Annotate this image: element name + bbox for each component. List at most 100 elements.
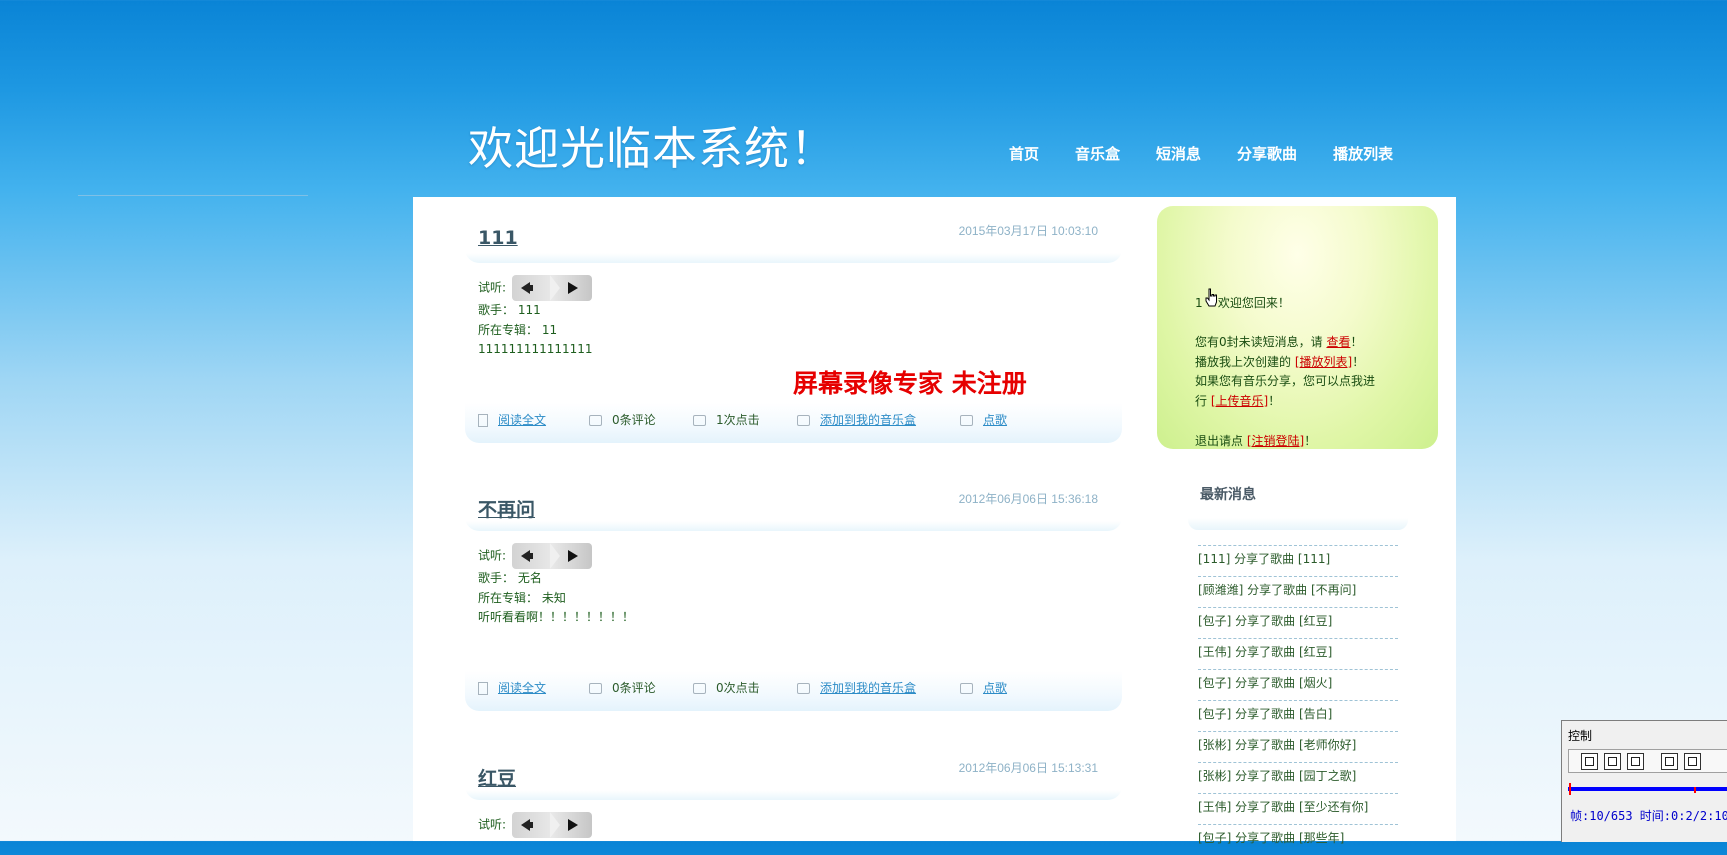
- post-body: 试听:: [465, 800, 1122, 842]
- playlist-text: 播放我上次创建的: [1195, 355, 1295, 369]
- play-icon[interactable]: [567, 282, 578, 294]
- listen-label: 试听:: [478, 817, 507, 832]
- punct: ！: [1304, 434, 1317, 448]
- post-footer: 阅读全文 0条评论 1次点击 添加到我的音乐盒 点歌: [465, 403, 1122, 443]
- nav-messages[interactable]: 短消息: [1156, 143, 1201, 164]
- news-item[interactable]: [包子] 分享了歌曲 [告白]: [1198, 700, 1398, 731]
- volume-icon[interactable]: [520, 550, 533, 562]
- recorder-title: 控制: [1568, 729, 1593, 743]
- post-date: 2015年03月17日 10:03:10: [958, 224, 1098, 238]
- player-divider: [549, 543, 560, 569]
- news-item[interactable]: [包子] 分享了歌曲 [烟火]: [1198, 669, 1398, 700]
- click-count: 0次点击: [716, 681, 760, 695]
- document-icon: [478, 682, 488, 695]
- nav-share-song[interactable]: 分享歌曲: [1237, 143, 1297, 164]
- click-icon: [693, 415, 706, 426]
- listen-label: 试听:: [478, 548, 507, 563]
- singer-text: 歌手： 111: [478, 303, 541, 317]
- playhead-marker[interactable]: [1569, 783, 1571, 795]
- hand-cursor-icon: [1205, 288, 1217, 307]
- site-title: 欢迎光临本系统！: [468, 122, 837, 175]
- main-nav: 首页 音乐盒 短消息 分享歌曲 播放列表: [1009, 143, 1429, 164]
- post-header: 不再问 2012年06月06日 15:36:18: [465, 465, 1122, 531]
- logout-text: 退出请点: [1195, 434, 1247, 448]
- welcome-text: 欢迎您回来！: [1217, 296, 1290, 310]
- post-card: 红豆 2012年06月06日 15:13:31 试听:: [465, 734, 1122, 842]
- nav-home[interactable]: 首页: [1009, 143, 1039, 164]
- player-divider: [549, 275, 560, 301]
- logout-link[interactable]: [注销登陆]: [1247, 434, 1304, 448]
- music-box-icon: [797, 683, 810, 694]
- next-frame-button[interactable]: [1627, 753, 1644, 770]
- left-decor-line: [78, 195, 308, 196]
- news-item[interactable]: [王伟] 分享了歌曲 [至少还有你]: [1198, 793, 1398, 824]
- player-divider: [549, 812, 560, 838]
- news-item[interactable]: [111] 分享了歌曲 [111]: [1198, 545, 1398, 576]
- recorder-toolbar: [1568, 749, 1727, 773]
- request-song-link[interactable]: 点歌: [983, 681, 1007, 695]
- comment-icon: [589, 683, 602, 694]
- share-text-cont: 行: [1195, 394, 1211, 408]
- audio-player[interactable]: [511, 275, 592, 301]
- post-date: 2012年06月06日 15:13:31: [958, 761, 1098, 775]
- post-footer: 阅读全文 0条评论 0次点击 添加到我的音乐盒 点歌: [465, 671, 1122, 711]
- nav-music-box[interactable]: 音乐盒: [1075, 143, 1120, 164]
- music-box-icon: [797, 415, 810, 426]
- document-icon: [478, 414, 488, 427]
- nav-playlist[interactable]: 播放列表: [1333, 143, 1393, 164]
- post-date: 2012年06月06日 15:36:18: [958, 492, 1098, 506]
- post-header: 111 2015年03月17日 10:03:10: [465, 197, 1122, 263]
- pause-button[interactable]: [1581, 753, 1598, 770]
- request-icon: [960, 415, 973, 426]
- request-song-link[interactable]: 点歌: [983, 413, 1007, 427]
- punct: ！: [1352, 355, 1365, 369]
- album-text: 所在专辑： 未知: [478, 590, 566, 605]
- recorder-status: 帧:10/653 时间:0:2/2:10: [1570, 809, 1727, 823]
- news-item[interactable]: [张彬] 分享了歌曲 [园丁之歌]: [1198, 762, 1398, 793]
- add-to-music-box-link[interactable]: 添加到我的音乐盒: [820, 413, 916, 427]
- audio-player[interactable]: [511, 812, 592, 838]
- post-title-link[interactable]: 111: [478, 227, 518, 249]
- news-header: 最新消息: [1188, 468, 1408, 530]
- track-marker: [1694, 787, 1696, 793]
- post-desc: 听听看看啊！！！！！！！！: [478, 610, 635, 624]
- read-more-link[interactable]: 阅读全文: [498, 413, 546, 427]
- unread-msg-text: 您有0封未读短消息，请: [1195, 335, 1327, 349]
- play-icon[interactable]: [567, 819, 578, 831]
- post-title-link[interactable]: 红豆: [478, 764, 516, 791]
- news-item[interactable]: [包子] 分享了歌曲 [红豆]: [1198, 607, 1398, 638]
- news-list: [111] 分享了歌曲 [111] [顾潍潍] 分享了歌曲 [不再问] [包子]…: [1198, 545, 1398, 855]
- post-title-link[interactable]: 不再问: [478, 495, 535, 522]
- comment-icon: [589, 415, 602, 426]
- fullscreen-button[interactable]: [1684, 753, 1701, 770]
- playlist-link[interactable]: [播放列表]: [1295, 355, 1352, 369]
- punct: ！: [1268, 394, 1281, 408]
- post-body: 试听: 歌手： 无名 所在专辑： 未知 听听看看啊！！！！！！！！: [465, 531, 1122, 683]
- post-card: 不再问 2012年06月06日 15:36:18 试听: 歌手： 无名 所在专辑…: [465, 465, 1122, 711]
- volume-icon[interactable]: [520, 819, 533, 831]
- view-messages-link[interactable]: 查看: [1326, 335, 1350, 349]
- playback-track[interactable]: [1568, 787, 1727, 791]
- punct: ！: [1350, 335, 1363, 349]
- audio-player[interactable]: [511, 543, 592, 569]
- play-icon[interactable]: [567, 550, 578, 562]
- news-item[interactable]: [顾潍潍] 分享了歌曲 [不再问]: [1198, 576, 1398, 607]
- upload-music-link[interactable]: [上传音乐]: [1211, 394, 1268, 408]
- read-more-link[interactable]: 阅读全文: [498, 681, 546, 695]
- news-item[interactable]: [王伟] 分享了歌曲 [红豆]: [1198, 638, 1398, 669]
- news-title: 最新消息: [1200, 487, 1256, 503]
- fit-window-button[interactable]: [1661, 753, 1678, 770]
- news-item[interactable]: [包子] 分享了歌曲 [那些年]: [1198, 824, 1398, 855]
- click-count: 1次点击: [716, 413, 760, 427]
- add-to-music-box-link[interactable]: 添加到我的音乐盒: [820, 681, 916, 695]
- listen-label: 试听:: [478, 280, 507, 295]
- album-text: 所在专辑： 11: [478, 322, 558, 337]
- click-icon: [693, 683, 706, 694]
- stop-button[interactable]: [1604, 753, 1621, 770]
- post-header: 红豆 2012年06月06日 15:13:31: [465, 734, 1122, 800]
- welcome-box: 1 欢迎您回来！ 您有0封未读短消息，请 查看！ 播放我上次创建的 [播放列表]…: [1157, 206, 1438, 449]
- news-item[interactable]: [张彬] 分享了歌曲 [老师你好]: [1198, 731, 1398, 762]
- post-desc: 111111111111111: [478, 342, 593, 356]
- volume-icon[interactable]: [520, 282, 533, 294]
- recorder-control-panel: 控制 帧:10/653 时间:0:2/2:10: [1561, 720, 1727, 842]
